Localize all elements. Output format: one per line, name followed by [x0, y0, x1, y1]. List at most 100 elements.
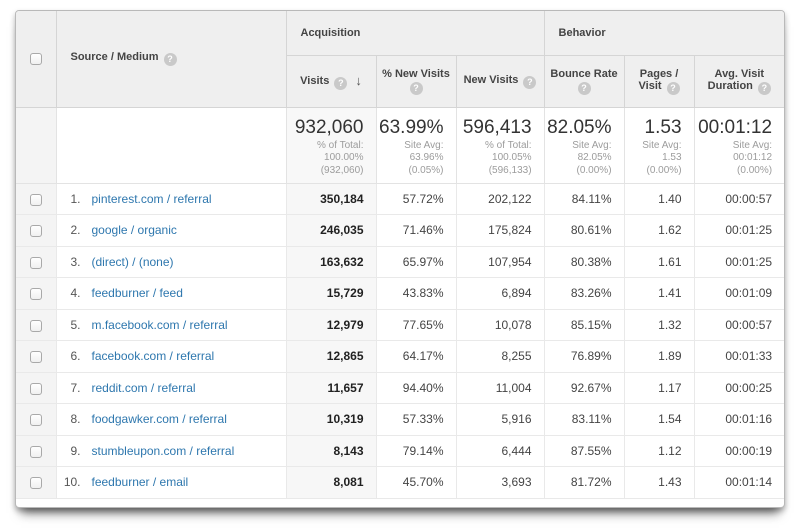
summary-avg-duration-cell: 00:01:12 Site Avg:00:01:12(0.00%)	[694, 107, 784, 183]
bounce-rate-cell: 84.11%	[544, 183, 624, 215]
help-icon[interactable]: ?	[578, 82, 591, 95]
pages-visit-cell: 1.12	[624, 435, 694, 467]
table-body: 1. pinterest.com / referral 350,184 57.72…	[16, 183, 784, 498]
visits-cell: 350,184	[286, 183, 376, 215]
pages-visit-cell: 1.61	[624, 246, 694, 278]
new-visits-cell: 6,894	[456, 278, 544, 310]
table-row: 7.reddit.com / referral 11,657 94.40% 11…	[16, 372, 784, 404]
new-visits-cell: 8,255	[456, 341, 544, 373]
row-checkbox-cell	[16, 467, 56, 499]
visits-cell: 8,143	[286, 435, 376, 467]
table-row: 9.stumbleupon.com / referral 8,143 79.14…	[16, 435, 784, 467]
source-medium-link[interactable]: (direct) / (none)	[92, 255, 174, 269]
column-header-pages-visit[interactable]: Pages / Visit?	[624, 55, 694, 107]
pages-visit-cell: 1.32	[624, 309, 694, 341]
row-checkbox-cell	[16, 309, 56, 341]
select-all-checkbox[interactable]	[30, 53, 42, 65]
source-medium-cell: 9.stumbleupon.com / referral	[56, 435, 286, 467]
visits-cell: 246,035	[286, 215, 376, 247]
row-rank: 1.	[57, 192, 81, 206]
row-rank: 4.	[57, 286, 81, 300]
row-rank: 2.	[57, 223, 81, 237]
row-checkbox-cell	[16, 341, 56, 373]
visits-cell: 8,081	[286, 467, 376, 499]
row-checkbox-cell	[16, 183, 56, 215]
source-medium-link[interactable]: google / organic	[92, 223, 177, 237]
row-checkbox[interactable]	[30, 414, 42, 426]
source-medium-cell: 4. feedburner / feed	[56, 278, 286, 310]
summary-avg-duration-value: 00:01:12	[695, 117, 773, 138]
row-checkbox[interactable]	[30, 383, 42, 395]
new-visits-cell: 6,444	[456, 435, 544, 467]
avg-duration-cell: 00:01:14	[694, 467, 784, 499]
row-checkbox[interactable]	[30, 446, 42, 458]
visits-cell: 12,979	[286, 309, 376, 341]
new-visits-cell: 3,693	[456, 467, 544, 499]
source-medium-link[interactable]: feedburner / feed	[92, 286, 183, 300]
row-checkbox-cell	[16, 278, 56, 310]
column-header-bounce-rate[interactable]: Bounce Rate ?	[544, 55, 624, 107]
column-header-new-visits[interactable]: New Visits?	[456, 55, 544, 107]
source-medium-link[interactable]: reddit.com / referral	[92, 381, 196, 395]
pct-new-visits-cell: 64.17%	[376, 341, 456, 373]
analytics-table-card: Source / Medium? Acquisition Behavior Vi…	[15, 10, 785, 508]
source-medium-link[interactable]: feedburner / email	[92, 475, 189, 489]
source-medium-cell: 6.facebook.com / referral	[56, 341, 286, 373]
pages-visit-cell: 1.43	[624, 467, 694, 499]
help-icon[interactable]: ?	[523, 76, 536, 89]
summary-bounce-rate-sub: Site Avg:82.05%(0.00%)	[545, 140, 612, 178]
row-checkbox[interactable]	[30, 257, 42, 269]
avg-duration-label-line2: Duration	[708, 80, 753, 92]
column-header-source-medium[interactable]: Source / Medium?	[56, 11, 286, 107]
summary-bounce-rate-cell: 82.05% Site Avg:82.05%(0.00%)	[544, 107, 624, 183]
source-medium-link[interactable]: pinterest.com / referral	[92, 192, 212, 206]
row-checkbox-cell	[16, 246, 56, 278]
source-medium-link[interactable]: facebook.com / referral	[92, 349, 215, 363]
row-checkbox[interactable]	[30, 477, 42, 489]
avg-duration-cell: 00:01:09	[694, 278, 784, 310]
pages-visit-label-line2: Visit	[639, 80, 662, 92]
row-checkbox[interactable]	[30, 320, 42, 332]
visits-cell: 163,632	[286, 246, 376, 278]
avg-duration-cell: 00:00:57	[694, 183, 784, 215]
column-header-pct-new-visits[interactable]: % New Visits ?	[376, 55, 456, 107]
summary-avg-duration-sub: Site Avg:00:01:12(0.00%)	[695, 140, 773, 178]
source-medium-link[interactable]: m.facebook.com / referral	[92, 318, 228, 332]
source-medium-label: Source / Medium	[71, 51, 159, 63]
row-checkbox[interactable]	[30, 288, 42, 300]
source-medium-link[interactable]: stumbleupon.com / referral	[92, 444, 235, 458]
row-checkbox-cell	[16, 404, 56, 436]
pct-new-visits-cell: 94.40%	[376, 372, 456, 404]
summary-visits-value: 932,060	[287, 117, 364, 138]
row-checkbox[interactable]	[30, 351, 42, 363]
new-visits-cell: 175,824	[456, 215, 544, 247]
avg-duration-cell: 00:01:16	[694, 404, 784, 436]
bounce-rate-cell: 85.15%	[544, 309, 624, 341]
source-medium-link[interactable]: foodgawker.com / referral	[92, 412, 227, 426]
help-icon[interactable]: ?	[410, 82, 423, 95]
summary-pct-new-visits-value: 63.99%	[377, 117, 444, 138]
help-icon[interactable]: ?	[667, 82, 680, 95]
pct-new-visits-cell: 45.70%	[376, 467, 456, 499]
bounce-rate-cell: 87.55%	[544, 435, 624, 467]
help-icon[interactable]: ?	[334, 77, 347, 90]
behavior-label: Behavior	[559, 27, 606, 39]
bounce-rate-cell: 92.67%	[544, 372, 624, 404]
column-header-avg-visit-duration[interactable]: Avg. Visit Duration?	[694, 55, 784, 107]
column-header-visits[interactable]: Visits?↓	[286, 55, 376, 107]
summary-pct-new-visits-sub: Site Avg:63.96%(0.05%)	[377, 140, 444, 178]
summary-source-spacer	[56, 107, 286, 183]
row-checkbox[interactable]	[30, 194, 42, 206]
source-medium-cell: 7.reddit.com / referral	[56, 372, 286, 404]
help-icon[interactable]: ?	[164, 53, 177, 66]
visits-label: Visits	[300, 75, 329, 87]
table-row: 10.feedburner / email 8,081 45.70% 3,693…	[16, 467, 784, 499]
help-icon[interactable]: ?	[758, 82, 771, 95]
summary-pages-visit-value: 1.53	[625, 117, 682, 138]
row-checkbox-cell	[16, 215, 56, 247]
row-rank: 8.	[57, 412, 81, 426]
summary-pages-visit-cell: 1.53 Site Avg:1.53(0.00%)	[624, 107, 694, 183]
pct-new-visits-label: % New Visits	[377, 68, 456, 80]
pct-new-visits-cell: 57.72%	[376, 183, 456, 215]
row-checkbox[interactable]	[30, 225, 42, 237]
